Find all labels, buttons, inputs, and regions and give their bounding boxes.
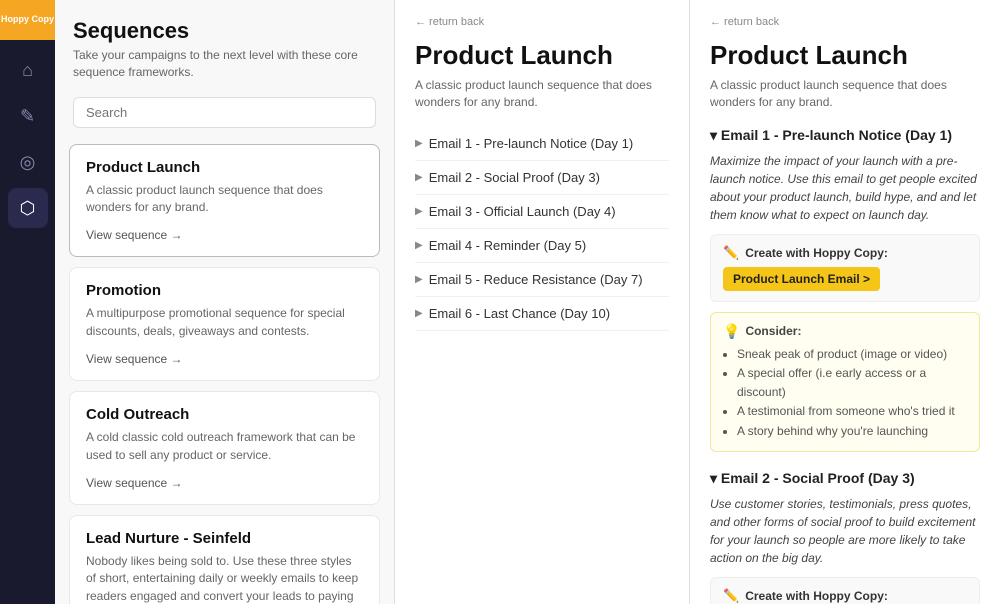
middle-panel-desc: A classic product launch sequence that d…: [415, 77, 669, 111]
card-description: A multipurpose promotional sequence for …: [86, 305, 363, 340]
search-container: [55, 89, 394, 138]
email-item-5[interactable]: ▶ Email 5 - Reduce Resistance (Day 7): [415, 263, 669, 297]
card-description: A cold classic cold outreach framework t…: [86, 429, 363, 464]
consider-title-1: 💡 Consider:: [723, 323, 967, 340]
card-title: Product Launch: [86, 159, 363, 176]
consider-list-1: Sneak peak of product (image or video) A…: [723, 345, 967, 441]
email-item-1[interactable]: ▶ Email 1 - Pre-launch Notice (Day 1): [415, 127, 669, 161]
middle-return-back[interactable]: ← return back: [415, 16, 669, 28]
arrow-icon: ▶: [415, 274, 423, 285]
sequences-header: Sequences Take your campaigns to the nex…: [55, 0, 394, 89]
view-sequence-link[interactable]: View sequence →: [86, 476, 183, 490]
middle-panel-title: Product Launch: [415, 40, 669, 71]
middle-panel-inner: ← return back Product Launch A classic p…: [395, 0, 689, 604]
email-item-3[interactable]: ▶ Email 3 - Official Launch (Day 4): [415, 195, 669, 229]
expand-arrow-1: ▾ Email 1 - Pre-launch Notice (Day 1): [710, 127, 952, 144]
card-title: Cold Outreach: [86, 406, 363, 423]
card-description: A classic product launch sequence that d…: [86, 182, 363, 217]
user-icon[interactable]: ◎: [8, 142, 48, 182]
search-input[interactable]: [73, 97, 376, 128]
view-sequence-link[interactable]: View sequence →: [86, 228, 183, 242]
sequence-card-cold-outreach[interactable]: Cold Outreach A cold classic cold outrea…: [69, 391, 380, 505]
create-email-btn-1[interactable]: Product Launch Email >: [723, 267, 880, 291]
consider-item: Sneak peak of product (image or video): [737, 345, 967, 364]
sidebar: Hoppy Copy ⌂ ✎ ◎ ⬡: [0, 0, 55, 604]
home-icon[interactable]: ⌂: [8, 50, 48, 90]
consider-item: A story behind why you're launching: [737, 422, 967, 441]
card-description: Nobody likes being sold to. Use these th…: [86, 553, 363, 604]
right-panel: ← return back Product Launch A classic p…: [690, 0, 1000, 604]
email-item-label: Email 5 - Reduce Resistance (Day 7): [429, 272, 643, 287]
expand-arrow-2: ▾ Email 2 - Social Proof (Day 3): [710, 470, 915, 487]
create-box-title-1: ✏️ Create with Hoppy Copy:: [723, 245, 967, 261]
sequences-panel: Sequences Take your campaigns to the nex…: [55, 0, 395, 604]
logo: Hoppy Copy: [0, 0, 55, 40]
email-item-label: Email 1 - Pre-launch Notice (Day 1): [429, 136, 633, 151]
arrow-icon: ▶: [415, 138, 423, 149]
email-section-desc-1: Maximize the impact of your launch with …: [710, 152, 980, 224]
sequence-card-promotion[interactable]: Promotion A multipurpose promotional seq…: [69, 267, 380, 381]
bulb-icon: 💡: [723, 323, 740, 340]
consider-item: A testimonial from someone who's tried i…: [737, 402, 967, 421]
create-box-2: ✏️ Create with Hoppy Copy: Social Proof …: [710, 577, 980, 604]
email-section-header-2[interactable]: ▾ Email 2 - Social Proof (Day 3): [710, 470, 980, 487]
card-title: Lead Nurture - Seinfeld: [86, 530, 363, 547]
pencil-icon: ✏️: [723, 588, 739, 604]
email-item-label: Email 6 - Last Chance (Day 10): [429, 306, 610, 321]
email-section-2: ▾ Email 2 - Social Proof (Day 3) Use cus…: [710, 470, 980, 604]
puzzle-icon[interactable]: ⬡: [8, 188, 48, 228]
arrow-icon: ▶: [415, 308, 423, 319]
sidebar-nav: ⌂ ✎ ◎ ⬡: [0, 40, 55, 228]
sequences-title: Sequences: [73, 18, 376, 44]
email-item-label: Email 3 - Official Launch (Day 4): [429, 204, 616, 219]
email-section-1: ▾ Email 1 - Pre-launch Notice (Day 1) Ma…: [710, 127, 980, 452]
email-item-6[interactable]: ▶ Email 6 - Last Chance (Day 10): [415, 297, 669, 331]
sequences-description: Take your campaigns to the next level wi…: [73, 47, 376, 81]
arrow-icon: ▶: [415, 240, 423, 251]
right-panel-desc: A classic product launch sequence that d…: [710, 77, 980, 111]
email-section-desc-2: Use customer stories, testimonials, pres…: [710, 495, 980, 567]
view-sequence-link[interactable]: View sequence →: [86, 352, 183, 366]
email-item-label: Email 4 - Reminder (Day 5): [429, 238, 587, 253]
right-panel-inner: ← return back Product Launch A classic p…: [690, 0, 1000, 604]
sequence-card-product-launch[interactable]: Product Launch A classic product launch …: [69, 144, 380, 258]
sequences-list: Product Launch A classic product launch …: [55, 138, 394, 604]
card-title: Promotion: [86, 282, 363, 299]
email-item-label: Email 2 - Social Proof (Day 3): [429, 170, 600, 185]
create-box-1: ✏️ Create with Hoppy Copy: Product Launc…: [710, 234, 980, 302]
create-box-title-2: ✏️ Create with Hoppy Copy:: [723, 588, 967, 604]
pencil-icon: ✏️: [723, 245, 739, 261]
arrow-icon: ▶: [415, 172, 423, 183]
sequence-card-lead-nurture[interactable]: Lead Nurture - Seinfeld Nobody likes bei…: [69, 515, 380, 604]
consider-item: A special offer (i.e early access or a d…: [737, 364, 967, 402]
middle-panel: ← return back Product Launch A classic p…: [395, 0, 690, 604]
email-item-2[interactable]: ▶ Email 2 - Social Proof (Day 3): [415, 161, 669, 195]
consider-box-1: 💡 Consider: Sneak peak of product (image…: [710, 312, 980, 452]
email-item-4[interactable]: ▶ Email 4 - Reminder (Day 5): [415, 229, 669, 263]
right-panel-title: Product Launch: [710, 40, 980, 71]
edit-icon[interactable]: ✎: [8, 96, 48, 136]
right-return-back[interactable]: ← return back: [710, 16, 980, 28]
arrow-icon: ▶: [415, 206, 423, 217]
email-section-header-1[interactable]: ▾ Email 1 - Pre-launch Notice (Day 1): [710, 127, 980, 144]
